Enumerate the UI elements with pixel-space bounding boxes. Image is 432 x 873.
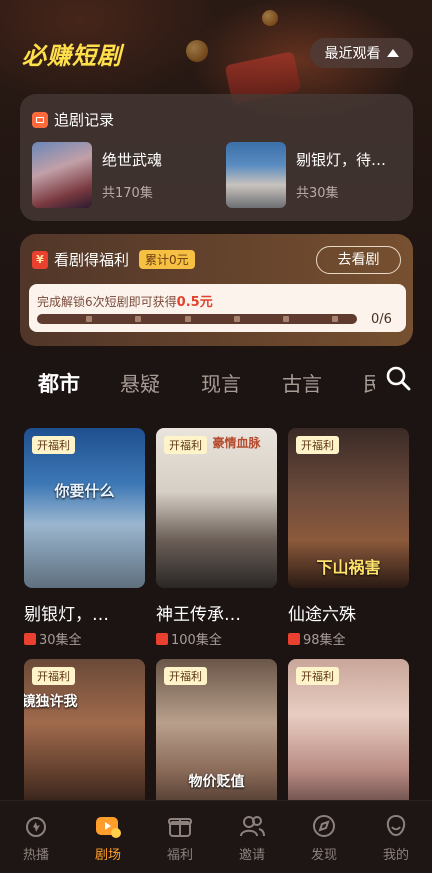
profile-icon [386, 814, 406, 837]
thumb-caption: 物价贬值 [188, 774, 245, 790]
nav-label: 我的 [382, 848, 409, 863]
go-watch-button[interactable]: 去看剧 [316, 246, 401, 274]
gift-icon [168, 818, 192, 837]
drama-thumbnail: 开福利 [288, 659, 409, 819]
recent-watch-button[interactable]: 最近观看 [310, 38, 413, 68]
drama-thumbnail: 开福利 镜独许我 [24, 659, 145, 819]
history-item[interactable]: 绝世武魂 共170集 [32, 142, 202, 208]
nav-label: 邀请 [238, 848, 265, 863]
episodes-icon [156, 632, 168, 645]
nav-invite[interactable]: 邀请 [222, 813, 282, 863]
history-item[interactable]: 剔银灯，待… 共30集 [226, 142, 396, 208]
history-item-name: 剔银灯，待… [296, 151, 387, 169]
nav-profile[interactable]: 我的 [366, 813, 426, 863]
episodes-icon [24, 632, 36, 645]
drama-episodes: 30集全 [39, 633, 82, 648]
drama-title: 剔银灯，… [24, 605, 109, 625]
history-item-count: 共170集 [102, 186, 153, 201]
drama-card[interactable]: 开福利 物价贬值 [156, 659, 277, 819]
drama-card[interactable]: 开福利 豪情血脉 神王传承… 100集全 [156, 428, 277, 648]
welfare-badge: 开福利 [32, 667, 75, 685]
thumb-caption: 镜独许我 [24, 694, 78, 710]
progress-count: 0/6 [371, 312, 392, 327]
progress-milestone [86, 316, 93, 322]
drama-title: 仙途六殊 [288, 605, 356, 625]
thumb-caption: 豪情血脉 [212, 436, 261, 450]
nav-label: 发现 [310, 848, 337, 863]
history-title: 追剧记录 [54, 111, 115, 129]
progress-milestone [135, 316, 142, 322]
welfare-badge: 开福利 [32, 436, 75, 454]
poster-thumbnail [226, 142, 286, 208]
invite-icon [240, 816, 265, 837]
history-item-count: 共30集 [296, 186, 339, 201]
nav-theater[interactable]: 剧场 [78, 813, 138, 863]
reward-amount: 0.5元 [176, 295, 213, 310]
nav-label: 福利 [166, 848, 193, 863]
progress-bar [37, 314, 357, 324]
hot-icon [26, 817, 46, 837]
drama-title: 神王传承… [156, 605, 241, 625]
drama-thumbnail: 开福利 物价贬值 [156, 659, 277, 819]
thumb-caption: 下山祸害 [316, 558, 381, 577]
drama-episodes: 98集全 [303, 633, 346, 648]
tab-xuanyi[interactable]: 悬疑 [120, 368, 160, 397]
history-icon [32, 111, 48, 128]
compass-icon [313, 815, 335, 837]
drama-card[interactable]: 开福利 镜独许我 [24, 659, 145, 819]
app-title: 必赚短剧 [22, 42, 122, 70]
nav-hot[interactable]: 热播 [6, 813, 66, 863]
progress-milestone [233, 316, 240, 322]
progress-milestone [283, 316, 290, 322]
welfare-badge: 开福利 [296, 436, 339, 454]
nav-discover[interactable]: 发现 [294, 813, 354, 863]
history-header: 追剧记录 [32, 109, 114, 130]
welfare-header: ¥ 看剧得福利 累计0元 [32, 249, 195, 270]
tab-xianyan[interactable]: 现言 [201, 368, 241, 397]
drama-thumbnail: 开福利 豪情血脉 [156, 428, 277, 588]
drama-thumbnail: 开福利 下山祸害 [288, 428, 409, 588]
task-description: 完成解锁6次短剧即可获得0.5元 [37, 295, 213, 310]
nav-welfare[interactable]: 福利 [150, 813, 210, 863]
total-earned-badge: 累计0元 [139, 250, 195, 269]
nav-label: 热播 [22, 848, 49, 863]
drama-card[interactable]: 开福利 你要什么 剔银灯，… 30集全 [24, 428, 145, 648]
welfare-badge: 开福利 [164, 667, 207, 685]
drama-thumbnail: 开福利 你要什么 [24, 428, 145, 588]
tab-guyan[interactable]: 古言 [282, 368, 322, 397]
welfare-title: 看剧得福利 [54, 251, 130, 269]
yen-icon: ¥ [32, 250, 48, 269]
recent-watch-label: 最近观看 [324, 46, 381, 62]
bottom-navigation: 热播 剧场 福利 邀请 发现 我的 [0, 800, 432, 873]
theater-icon [96, 817, 121, 838]
nav-label: 剧场 [94, 848, 121, 863]
tab-dushi[interactable]: 都市 [38, 368, 80, 398]
category-tabs: 都市 悬疑 现言 古言 民 [0, 360, 432, 402]
coin-decoration [186, 40, 208, 62]
drama-card[interactable]: 开福利 下山祸害 仙途六殊 98集全 [288, 428, 409, 648]
search-icon[interactable] [384, 364, 412, 392]
coin-decoration [262, 10, 278, 26]
welfare-badge: 开福利 [296, 667, 339, 685]
tab-min[interactable]: 民 [363, 368, 375, 397]
drama-card[interactable]: 开福利 [288, 659, 409, 819]
watch-history-card: 追剧记录 绝世武魂 共170集 剔银灯，待… 共30集 [20, 94, 413, 221]
task-progress-box: 完成解锁6次短剧即可获得0.5元 0/6 [29, 284, 406, 332]
history-item-name: 绝世武魂 [102, 151, 163, 169]
poster-thumbnail [32, 142, 92, 208]
welfare-card: ¥ 看剧得福利 累计0元 去看剧 完成解锁6次短剧即可获得0.5元 0/6 [20, 234, 413, 346]
caret-up-icon [386, 49, 399, 57]
thumb-caption: 你要什么 [54, 482, 115, 500]
progress-milestone [332, 316, 339, 322]
episodes-icon [288, 632, 300, 645]
progress-milestone [184, 316, 191, 322]
drama-episodes: 100集全 [171, 633, 222, 648]
